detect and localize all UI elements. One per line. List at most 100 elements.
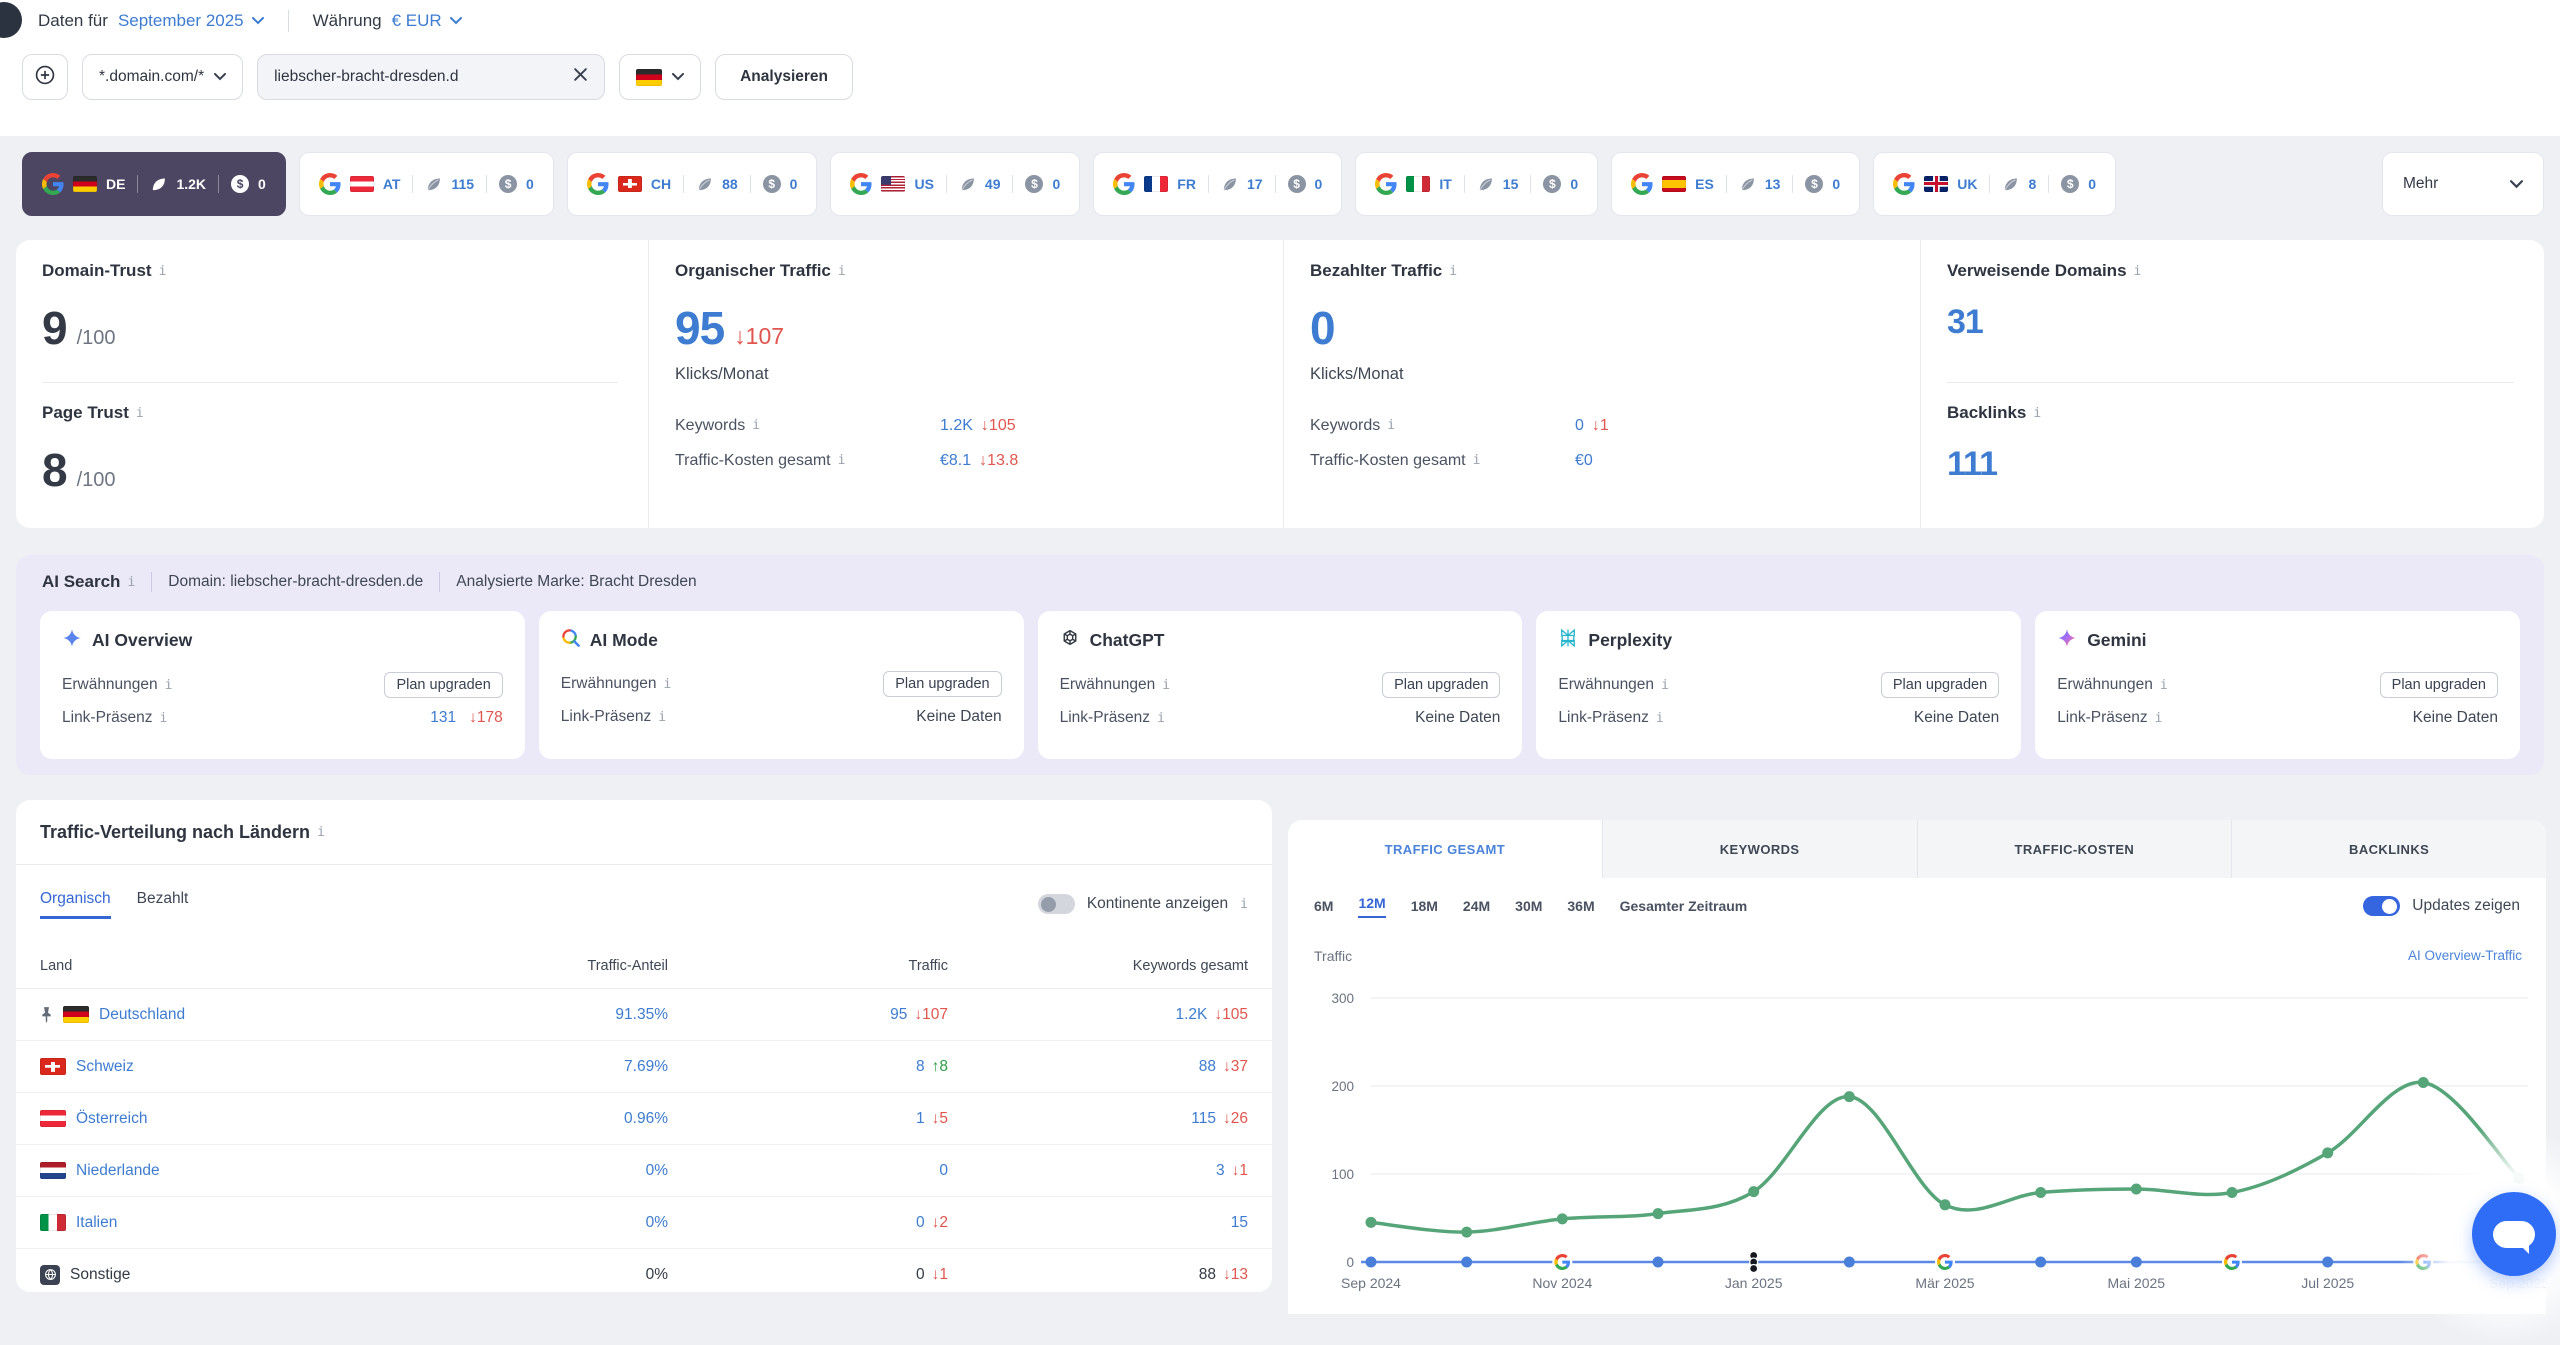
country-tab-us[interactable]: US 49 $0: [830, 152, 1081, 216]
info-icon[interactable]: i: [127, 575, 135, 590]
ref-domains-value: 31: [1947, 303, 1984, 341]
table-row-österreich[interactable]: Österreich 0.96% 1 ↓5 115 ↓26: [16, 1093, 1272, 1145]
range-18m[interactable]: 18M: [1411, 898, 1438, 914]
info-icon[interactable]: i: [2155, 711, 2163, 726]
add-project-button[interactable]: [22, 54, 68, 100]
ai-cards-row: AI Overview Erwähnungen i Plan upgraden Link…: [40, 611, 2520, 759]
info-icon[interactable]: i: [1661, 678, 1669, 693]
table-tab-bezahlt[interactable]: Bezahlt: [137, 890, 189, 919]
country-link[interactable]: Sonstige: [70, 1266, 130, 1284]
country-tab-es[interactable]: ES 13 $0: [1611, 152, 1861, 216]
clear-input-icon[interactable]: [573, 67, 588, 87]
info-icon[interactable]: i: [658, 710, 666, 725]
at-flag-icon: [349, 176, 374, 192]
timeline-dot[interactable]: [2035, 1256, 2047, 1268]
info-icon[interactable]: i: [1656, 711, 1664, 726]
country-code: UK: [1957, 176, 1978, 192]
upgrade-plan-button[interactable]: Plan upgraden: [384, 671, 503, 698]
info-icon[interactable]: i: [1240, 897, 1248, 912]
range-36m[interactable]: 36M: [1567, 898, 1594, 914]
paid-dollar-icon: $: [1805, 175, 1824, 193]
divider: [1530, 175, 1532, 193]
domain-scope-select[interactable]: *.domain.com/*: [82, 54, 244, 100]
range-6m[interactable]: 6M: [1314, 898, 1333, 914]
upgrade-plan-button[interactable]: Plan upgraden: [883, 670, 1002, 697]
info-icon[interactable]: i: [1387, 408, 1395, 443]
table-row-schweiz[interactable]: Schweiz 7.69% 8 ↑8 88 ↓37: [16, 1041, 1272, 1093]
country-link[interactable]: Niederlande: [76, 1162, 160, 1180]
upgrade-plan-button[interactable]: Plan upgraden: [1880, 671, 2000, 698]
timeline-dot[interactable]: [1365, 1256, 1377, 1268]
period-select[interactable]: September 2025: [118, 11, 264, 31]
chat-widget-button[interactable]: [2472, 1192, 2556, 1276]
currency-select[interactable]: € EUR: [392, 11, 462, 31]
timeline-dot[interactable]: [1461, 1256, 1473, 1268]
upgrade-plan-button[interactable]: Plan upgraden: [2379, 671, 2498, 698]
info-icon[interactable]: i: [1473, 443, 1481, 478]
range-24m[interactable]: 24M: [1463, 898, 1490, 914]
updates-toggle[interactable]: [2363, 896, 2401, 916]
mentions-label: Erwähnungen i: [62, 675, 173, 693]
timeline-dot[interactable]: [1843, 1256, 1855, 1268]
range-12m[interactable]: 12M: [1358, 895, 1386, 918]
links-metrics-column: Verweisende Domains i 31 Backlinks i 111: [1920, 240, 2544, 528]
info-icon[interactable]: i: [838, 443, 846, 478]
ai-card-name: Perplexity: [1588, 630, 1673, 650]
table-row-italien[interactable]: Italien 0% 0 ↓2 15: [16, 1197, 1272, 1249]
timeline-dot[interactable]: [2130, 1256, 2142, 1268]
organic-count: 13: [1764, 176, 1781, 192]
info-icon[interactable]: i: [663, 677, 671, 692]
range-gesamter-zeitraum[interactable]: Gesamter Zeitraum: [1620, 898, 1748, 914]
timeline-dot[interactable]: [1652, 1256, 1664, 1268]
info-icon[interactable]: i: [136, 406, 144, 421]
country-tab-de[interactable]: DE 1.2K $0: [22, 152, 286, 216]
country-tab-uk[interactable]: UK 8 $0: [1873, 152, 2117, 216]
ai-overview-traffic-link[interactable]: AI Overview-Traffic: [2408, 948, 2522, 963]
info-icon[interactable]: i: [2134, 264, 2142, 279]
country-code: FR: [1177, 176, 1196, 192]
info-icon[interactable]: i: [159, 264, 167, 279]
info-icon[interactable]: i: [2160, 678, 2168, 693]
info-icon[interactable]: i: [2033, 406, 2041, 421]
country-link[interactable]: Österreich: [76, 1110, 148, 1128]
chart-tab-keywords[interactable]: KEYWORDS: [1601, 820, 1917, 878]
country-tab-at[interactable]: AT 115 $0: [298, 152, 554, 216]
info-icon[interactable]: i: [1157, 711, 1165, 726]
country-tab-fr[interactable]: FR 17 $0: [1093, 152, 1343, 216]
ai-card-chatgpt: ChatGPT Erwähnungen i Plan upgraden Link-Prä…: [1037, 611, 1523, 759]
divider: [1792, 175, 1794, 193]
info-icon[interactable]: i: [317, 825, 325, 840]
info-icon[interactable]: i: [838, 264, 846, 279]
divider: [486, 175, 488, 193]
domain-search-input[interactable]: liebscher-bracht-dresden.d: [257, 54, 606, 100]
country-flag-select[interactable]: [619, 54, 702, 100]
country-tab-it[interactable]: IT 15 $0: [1355, 152, 1599, 216]
page-trust-block: Page Trust i 8/100: [42, 383, 618, 526]
info-icon[interactable]: i: [1162, 678, 1170, 693]
table-tab-organisch[interactable]: Organisch: [40, 890, 111, 919]
data-update-marker[interactable]: [1749, 1250, 1759, 1274]
range-30m[interactable]: 30M: [1515, 898, 1542, 914]
chart-tab-backlinks[interactable]: BACKLINKS: [2231, 820, 2546, 878]
analyze-button[interactable]: Analysieren: [715, 54, 853, 100]
info-icon[interactable]: i: [752, 408, 760, 443]
chart-tab-traffic-kosten[interactable]: TRAFFIC-KOSTEN: [1916, 820, 2232, 878]
continents-toggle[interactable]: [1037, 894, 1075, 914]
upgrade-plan-button[interactable]: Plan upgraden: [1382, 671, 1501, 698]
more-countries-button[interactable]: Mehr: [2382, 152, 2544, 216]
info-icon[interactable]: i: [1449, 264, 1457, 279]
table-row-deutschland[interactable]: Deutschland 91.35% 95 ↓107 1.2K ↓105: [16, 989, 1272, 1041]
chart-tab-traffic-gesamt[interactable]: TRAFFIC GESAMT: [1288, 820, 1602, 878]
table-row-sonstige[interactable]: Sonstige 0% 0 ↓1 88 ↓13: [16, 1249, 1272, 1292]
timeline-dot[interactable]: [2322, 1256, 2334, 1268]
country-link[interactable]: Deutschland: [99, 1006, 185, 1024]
info-icon[interactable]: i: [165, 678, 173, 693]
info-icon[interactable]: i: [159, 711, 167, 726]
organic-leaf-icon: [698, 177, 711, 190]
app-logo-partial[interactable]: [0, 2, 22, 38]
country-link[interactable]: Schweiz: [76, 1058, 134, 1076]
country-link[interactable]: Italien: [76, 1214, 117, 1232]
table-row-niederlande[interactable]: Niederlande 0% 0 3 ↓1: [16, 1145, 1272, 1197]
organic-count: 115: [451, 176, 475, 192]
country-tab-ch[interactable]: CH 88 $0: [566, 152, 818, 216]
